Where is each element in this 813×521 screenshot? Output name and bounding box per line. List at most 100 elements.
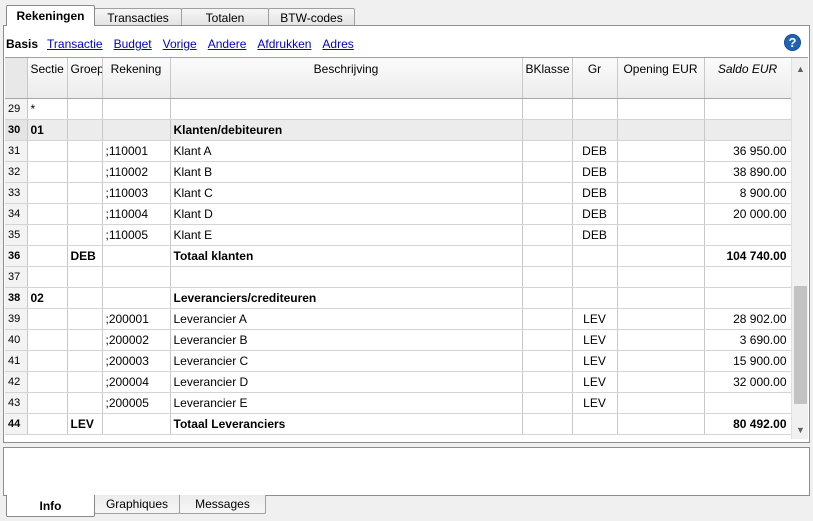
cell-groep[interactable] bbox=[67, 329, 103, 351]
cell-beschrijving[interactable] bbox=[170, 266, 523, 288]
cell-rekening[interactable] bbox=[102, 413, 171, 435]
column-header-saldo[interactable]: Saldo EUR bbox=[704, 58, 792, 99]
table-row[interactable]: 42 ;200004 Leverancier D LEV 32 000.00 bbox=[5, 371, 792, 393]
cell-bklasse[interactable] bbox=[522, 413, 573, 435]
cell-opening[interactable] bbox=[617, 350, 705, 372]
cell-saldo[interactable] bbox=[704, 392, 792, 414]
cell-bklasse[interactable] bbox=[522, 224, 573, 246]
cell-gr[interactable] bbox=[572, 98, 618, 120]
cell-bklasse[interactable] bbox=[522, 308, 573, 330]
view-andere[interactable]: Andere bbox=[208, 37, 247, 51]
cell-groep[interactable] bbox=[67, 308, 103, 330]
cell-bklasse[interactable] bbox=[522, 350, 573, 372]
cell-gr[interactable]: DEB bbox=[572, 140, 618, 162]
table-row[interactable]: 35 ;110005 Klant E DEB bbox=[5, 224, 792, 246]
cell-gr[interactable]: DEB bbox=[572, 224, 618, 246]
cell-opening[interactable] bbox=[617, 308, 705, 330]
cell-gr[interactable]: DEB bbox=[572, 203, 618, 225]
cell-bklasse[interactable] bbox=[522, 119, 573, 141]
cell-saldo[interactable]: 36 950.00 bbox=[704, 140, 792, 162]
cell-bklasse[interactable] bbox=[522, 203, 573, 225]
cell-sectie[interactable] bbox=[27, 266, 68, 288]
view-afdrukken[interactable]: Afdrukken bbox=[257, 37, 311, 51]
cell-groep[interactable] bbox=[67, 140, 103, 162]
cell-groep[interactable] bbox=[67, 182, 103, 204]
cell-beschrijving[interactable]: Leverancier D bbox=[170, 371, 523, 393]
cell-rekening[interactable]: ;200002 bbox=[102, 329, 171, 351]
cell-beschrijving[interactable]: Klant B bbox=[170, 161, 523, 183]
vertical-scrollbar[interactable]: ▲ ▼ bbox=[791, 58, 808, 439]
view-basis[interactable]: Basis bbox=[6, 37, 38, 51]
cell-opening[interactable] bbox=[617, 161, 705, 183]
column-header-bklasse[interactable]: BKlasse bbox=[522, 58, 573, 99]
cell-sectie[interactable] bbox=[27, 140, 68, 162]
tab-messages[interactable]: Messages bbox=[179, 495, 266, 514]
cell-bklasse[interactable] bbox=[522, 266, 573, 288]
cell-rekening[interactable]: ;110002 bbox=[102, 161, 171, 183]
cell-beschrijving[interactable]: Klant E bbox=[170, 224, 523, 246]
tab-graphiques[interactable]: Graphiques bbox=[94, 495, 180, 514]
cell-bklasse[interactable] bbox=[522, 392, 573, 414]
cell-groep[interactable] bbox=[67, 224, 103, 246]
table-row[interactable]: 30 01 Klanten/debiteuren bbox=[5, 119, 792, 141]
cell-saldo[interactable]: 8 900.00 bbox=[704, 182, 792, 204]
cell-saldo[interactable]: 80 492.00 bbox=[704, 413, 792, 435]
cell-beschrijving[interactable]: Klant A bbox=[170, 140, 523, 162]
cell-opening[interactable] bbox=[617, 245, 705, 267]
cell-opening[interactable] bbox=[617, 329, 705, 351]
cell-groep[interactable] bbox=[67, 392, 103, 414]
column-header-opening[interactable]: Opening EUR bbox=[617, 58, 705, 99]
table-row[interactable]: 39 ;200001 Leverancier A LEV 28 902.00 bbox=[5, 308, 792, 330]
cell-saldo[interactable] bbox=[704, 266, 792, 288]
table-row[interactable]: 32 ;110002 Klant B DEB 38 890.00 bbox=[5, 161, 792, 183]
cell-saldo[interactable] bbox=[704, 287, 792, 309]
tab-btw-codes[interactable]: BTW-codes bbox=[268, 8, 355, 26]
cell-bklasse[interactable] bbox=[522, 329, 573, 351]
cell-groep[interactable] bbox=[67, 203, 103, 225]
table-row[interactable]: 40 ;200002 Leverancier B LEV 3 690.00 bbox=[5, 329, 792, 351]
cell-saldo[interactable]: 104 740.00 bbox=[704, 245, 792, 267]
cell-groep[interactable] bbox=[67, 119, 103, 141]
cell-groep[interactable] bbox=[67, 371, 103, 393]
cell-groep[interactable] bbox=[67, 161, 103, 183]
table-row[interactable]: 41 ;200003 Leverancier C LEV 15 900.00 bbox=[5, 350, 792, 372]
table-row[interactable]: 38 02 Leveranciers/crediteuren bbox=[5, 287, 792, 309]
cell-gr[interactable] bbox=[572, 413, 618, 435]
view-vorige[interactable]: Vorige bbox=[163, 37, 197, 51]
cell-bklasse[interactable] bbox=[522, 161, 573, 183]
cell-saldo[interactable]: 32 000.00 bbox=[704, 371, 792, 393]
cell-bklasse[interactable] bbox=[522, 98, 573, 120]
column-header-sectie[interactable]: Sectie bbox=[27, 58, 68, 99]
cell-rekening[interactable] bbox=[102, 119, 171, 141]
cell-sectie[interactable] bbox=[27, 245, 68, 267]
cell-gr[interactable]: LEV bbox=[572, 308, 618, 330]
cell-saldo[interactable]: 28 902.00 bbox=[704, 308, 792, 330]
cell-rekening[interactable]: ;110004 bbox=[102, 203, 171, 225]
tab-transacties[interactable]: Transacties bbox=[94, 8, 182, 26]
cell-rekening[interactable]: ;200003 bbox=[102, 350, 171, 372]
cell-rekening[interactable]: ;110003 bbox=[102, 182, 171, 204]
cell-rekening[interactable]: ;110005 bbox=[102, 224, 171, 246]
cell-saldo[interactable] bbox=[704, 98, 792, 120]
cell-gr[interactable] bbox=[572, 287, 618, 309]
cell-groep[interactable] bbox=[67, 98, 103, 120]
cell-saldo[interactable]: 20 000.00 bbox=[704, 203, 792, 225]
cell-beschrijving[interactable]: Leverancier E bbox=[170, 392, 523, 414]
cell-bklasse[interactable] bbox=[522, 182, 573, 204]
cell-rekening[interactable] bbox=[102, 98, 171, 120]
cell-sectie[interactable] bbox=[27, 371, 68, 393]
table-row[interactable]: 33 ;110003 Klant C DEB 8 900.00 bbox=[5, 182, 792, 204]
cell-sectie[interactable] bbox=[27, 224, 68, 246]
column-header-rekening[interactable]: Rekening bbox=[102, 58, 171, 99]
column-header-gr[interactable]: Gr bbox=[572, 58, 618, 99]
cell-rekening[interactable]: ;200005 bbox=[102, 392, 171, 414]
help-icon[interactable]: ? bbox=[784, 34, 801, 51]
cell-gr[interactable] bbox=[572, 119, 618, 141]
cell-beschrijving[interactable]: Leverancier B bbox=[170, 329, 523, 351]
view-transactie[interactable]: Transactie bbox=[47, 37, 103, 51]
cell-beschrijving[interactable]: Klant C bbox=[170, 182, 523, 204]
cell-opening[interactable] bbox=[617, 182, 705, 204]
cell-sectie[interactable] bbox=[27, 161, 68, 183]
table-row[interactable]: 37 bbox=[5, 266, 792, 288]
cell-sectie[interactable]: 02 bbox=[27, 287, 68, 309]
